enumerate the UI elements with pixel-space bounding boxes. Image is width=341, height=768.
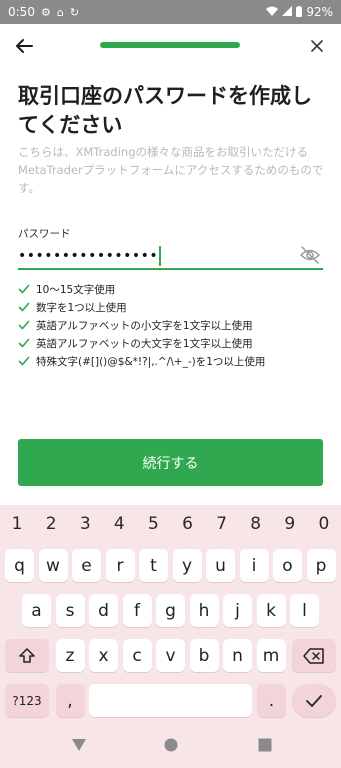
back-button[interactable] bbox=[12, 34, 36, 58]
status-time: 0:50 bbox=[8, 5, 35, 19]
requirement-text: 英語アルファベットの小文字を1文字以上使用 bbox=[36, 319, 253, 332]
key-9[interactable]: 9 bbox=[273, 511, 307, 537]
check-icon bbox=[18, 284, 30, 294]
key-1[interactable]: 1 bbox=[0, 511, 34, 537]
key-p[interactable]: p bbox=[306, 549, 336, 582]
home-icon: ⌂ bbox=[56, 5, 64, 19]
password-requirements: 10〜15文字使用 数字を1つ以上使用 英語アルファベットの小文字を1文字以上使… bbox=[18, 280, 328, 370]
on-screen-keyboard: 1 2 3 4 5 6 7 8 9 0 q w e r t y u i o p … bbox=[0, 505, 341, 723]
requirement-item: 特殊文字(#[]()@$&*!?|,.^/\+_-)を1つ以上使用 bbox=[18, 352, 328, 370]
key-v[interactable]: v bbox=[156, 639, 185, 672]
key-s[interactable]: s bbox=[55, 594, 85, 627]
key-z[interactable]: z bbox=[55, 639, 85, 672]
backspace-key[interactable] bbox=[292, 639, 336, 672]
page-subtitle: こちらは、XMTradingの様々な商品をお取引いただけるMetaTraderプ… bbox=[18, 145, 324, 195]
key-k[interactable]: k bbox=[256, 594, 286, 627]
shift-key[interactable] bbox=[5, 639, 49, 672]
key-4[interactable]: 4 bbox=[102, 511, 136, 537]
key-e[interactable]: e bbox=[72, 549, 101, 582]
check-icon bbox=[18, 356, 30, 366]
password-input[interactable]: •••••••••••••••• bbox=[18, 248, 158, 264]
comma-key[interactable]: , bbox=[55, 684, 85, 717]
key-d[interactable]: d bbox=[89, 594, 118, 627]
nav-recents-icon[interactable] bbox=[258, 738, 272, 752]
symbols-key[interactable]: ?123 bbox=[5, 684, 49, 717]
keyboard-row-3: z x c v b n m bbox=[0, 639, 341, 672]
password-label: パスワード bbox=[18, 228, 71, 240]
gear-icon: ⚙ bbox=[40, 5, 51, 19]
text-caret bbox=[159, 246, 162, 266]
keyboard-row-2: a s d f g h j k l bbox=[0, 594, 341, 627]
arrow-left-icon bbox=[16, 39, 33, 53]
nav-back-icon[interactable] bbox=[71, 738, 87, 752]
key-0[interactable]: 0 bbox=[307, 511, 341, 537]
key-u[interactable]: u bbox=[206, 549, 235, 582]
requirement-text: 10〜15文字使用 bbox=[36, 283, 116, 296]
battery-icon bbox=[296, 5, 303, 19]
status-bar: 0:50 ⚙ ⌂ ↻ 92% bbox=[0, 0, 341, 24]
space-key[interactable] bbox=[89, 684, 252, 717]
top-bar bbox=[0, 24, 341, 68]
key-o[interactable]: o bbox=[273, 549, 302, 582]
page-title: 取引口座のパスワードを作成してください bbox=[18, 84, 312, 137]
password-visibility-toggle[interactable] bbox=[299, 244, 321, 266]
requirement-item: 数字を1つ以上使用 bbox=[18, 298, 328, 316]
wifi-icon bbox=[266, 6, 279, 18]
nav-home-icon[interactable] bbox=[164, 738, 178, 752]
requirement-text: 特殊文字(#[]()@$&*!?|,.^/\+_-)を1つ以上使用 bbox=[36, 355, 266, 368]
check-icon bbox=[18, 338, 30, 348]
backspace-icon bbox=[303, 647, 324, 664]
key-a[interactable]: a bbox=[22, 594, 51, 627]
key-r[interactable]: r bbox=[105, 549, 135, 582]
key-f[interactable]: f bbox=[122, 594, 152, 627]
progress-bar bbox=[100, 42, 240, 48]
key-y[interactable]: y bbox=[172, 549, 202, 582]
key-2[interactable]: 2 bbox=[34, 511, 68, 537]
requirement-item: 英語アルファベットの小文字を1文字以上使用 bbox=[18, 316, 328, 334]
signal-icon bbox=[282, 6, 293, 18]
keyboard-row-4: ?123 , . bbox=[0, 684, 341, 717]
close-button[interactable] bbox=[305, 34, 329, 58]
key-8[interactable]: 8 bbox=[239, 511, 273, 537]
key-i[interactable]: i bbox=[239, 549, 269, 582]
battery-percent: 92% bbox=[306, 5, 333, 19]
key-b[interactable]: b bbox=[189, 639, 219, 672]
key-h[interactable]: h bbox=[189, 594, 219, 627]
key-m[interactable]: m bbox=[256, 639, 286, 672]
requirement-item: 英語アルファベットの大文字を1文字以上使用 bbox=[18, 334, 328, 352]
check-icon bbox=[18, 302, 30, 312]
keyboard-row-1: q w e r t y u i o p bbox=[0, 549, 341, 582]
key-6[interactable]: 6 bbox=[170, 511, 204, 537]
keyboard-number-row: 1 2 3 4 5 6 7 8 9 0 bbox=[0, 511, 341, 537]
eye-off-icon bbox=[299, 246, 321, 264]
key-w[interactable]: w bbox=[38, 549, 68, 582]
shift-icon bbox=[19, 647, 35, 663]
continue-button[interactable]: 続行する bbox=[18, 439, 323, 486]
key-j[interactable]: j bbox=[223, 594, 252, 627]
close-icon bbox=[311, 40, 323, 52]
key-c[interactable]: c bbox=[122, 639, 152, 672]
requirement-text: 数字を1つ以上使用 bbox=[36, 301, 127, 314]
key-q[interactable]: q bbox=[5, 549, 34, 582]
requirement-item: 10〜15文字使用 bbox=[18, 280, 328, 298]
key-l[interactable]: l bbox=[290, 594, 319, 627]
key-t[interactable]: t bbox=[139, 549, 168, 582]
check-icon bbox=[18, 320, 30, 330]
sync-icon: ↻ bbox=[69, 5, 80, 19]
key-n[interactable]: n bbox=[223, 639, 252, 672]
key-3[interactable]: 3 bbox=[68, 511, 102, 537]
key-5[interactable]: 5 bbox=[136, 511, 170, 537]
check-icon bbox=[306, 694, 322, 707]
password-field[interactable]: •••••••••••••••• bbox=[18, 242, 323, 270]
key-g[interactable]: g bbox=[156, 594, 185, 627]
key-x[interactable]: x bbox=[89, 639, 118, 672]
enter-key[interactable] bbox=[292, 684, 336, 717]
period-key[interactable]: . bbox=[257, 684, 286, 717]
requirement-text: 英語アルファベットの大文字を1文字以上使用 bbox=[36, 337, 253, 350]
password-input-wrap[interactable]: •••••••••••••••• bbox=[18, 246, 162, 266]
system-nav-bar bbox=[0, 723, 341, 768]
key-7[interactable]: 7 bbox=[205, 511, 239, 537]
